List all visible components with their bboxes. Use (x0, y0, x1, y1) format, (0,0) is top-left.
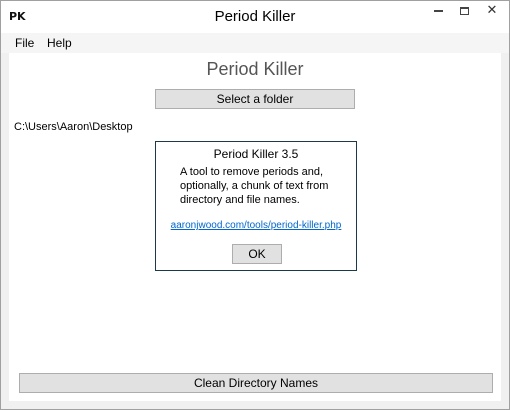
close-icon: ✕ (486, 3, 498, 18)
selected-path: C:\Users\Aaron\Desktop (14, 121, 133, 133)
title-bar[interactable]: PK Period Killer ✕ (1, 1, 509, 33)
maximize-button[interactable] (451, 1, 477, 23)
ok-button[interactable]: OK (232, 244, 282, 264)
minimize-icon (433, 9, 443, 12)
minimize-button[interactable] (425, 1, 451, 23)
about-dialog: Period Killer 3.5 A tool to remove perio… (155, 141, 357, 271)
app-heading: Period Killer (206, 59, 304, 79)
select-folder-button[interactable]: Select a folder (155, 89, 355, 109)
menu-file[interactable]: File (15, 33, 34, 53)
clean-directory-names-button[interactable]: Clean Directory Names (19, 373, 493, 393)
about-title: Period Killer 3.5 (213, 147, 299, 161)
about-description: A tool to remove periods and, optionally… (180, 166, 329, 206)
menu-bar: File Help (1, 33, 509, 53)
main-window: PK Period Killer ✕ File Help Period Kill… (0, 0, 510, 410)
maximize-icon (459, 6, 469, 15)
close-button[interactable]: ✕ (477, 1, 507, 23)
client-area: Period Killer Select a folder C:\Users\A… (9, 53, 501, 401)
menu-help[interactable]: Help (47, 33, 72, 53)
about-link[interactable]: aaronjwood.com/tools/period-killer.php (156, 220, 356, 231)
